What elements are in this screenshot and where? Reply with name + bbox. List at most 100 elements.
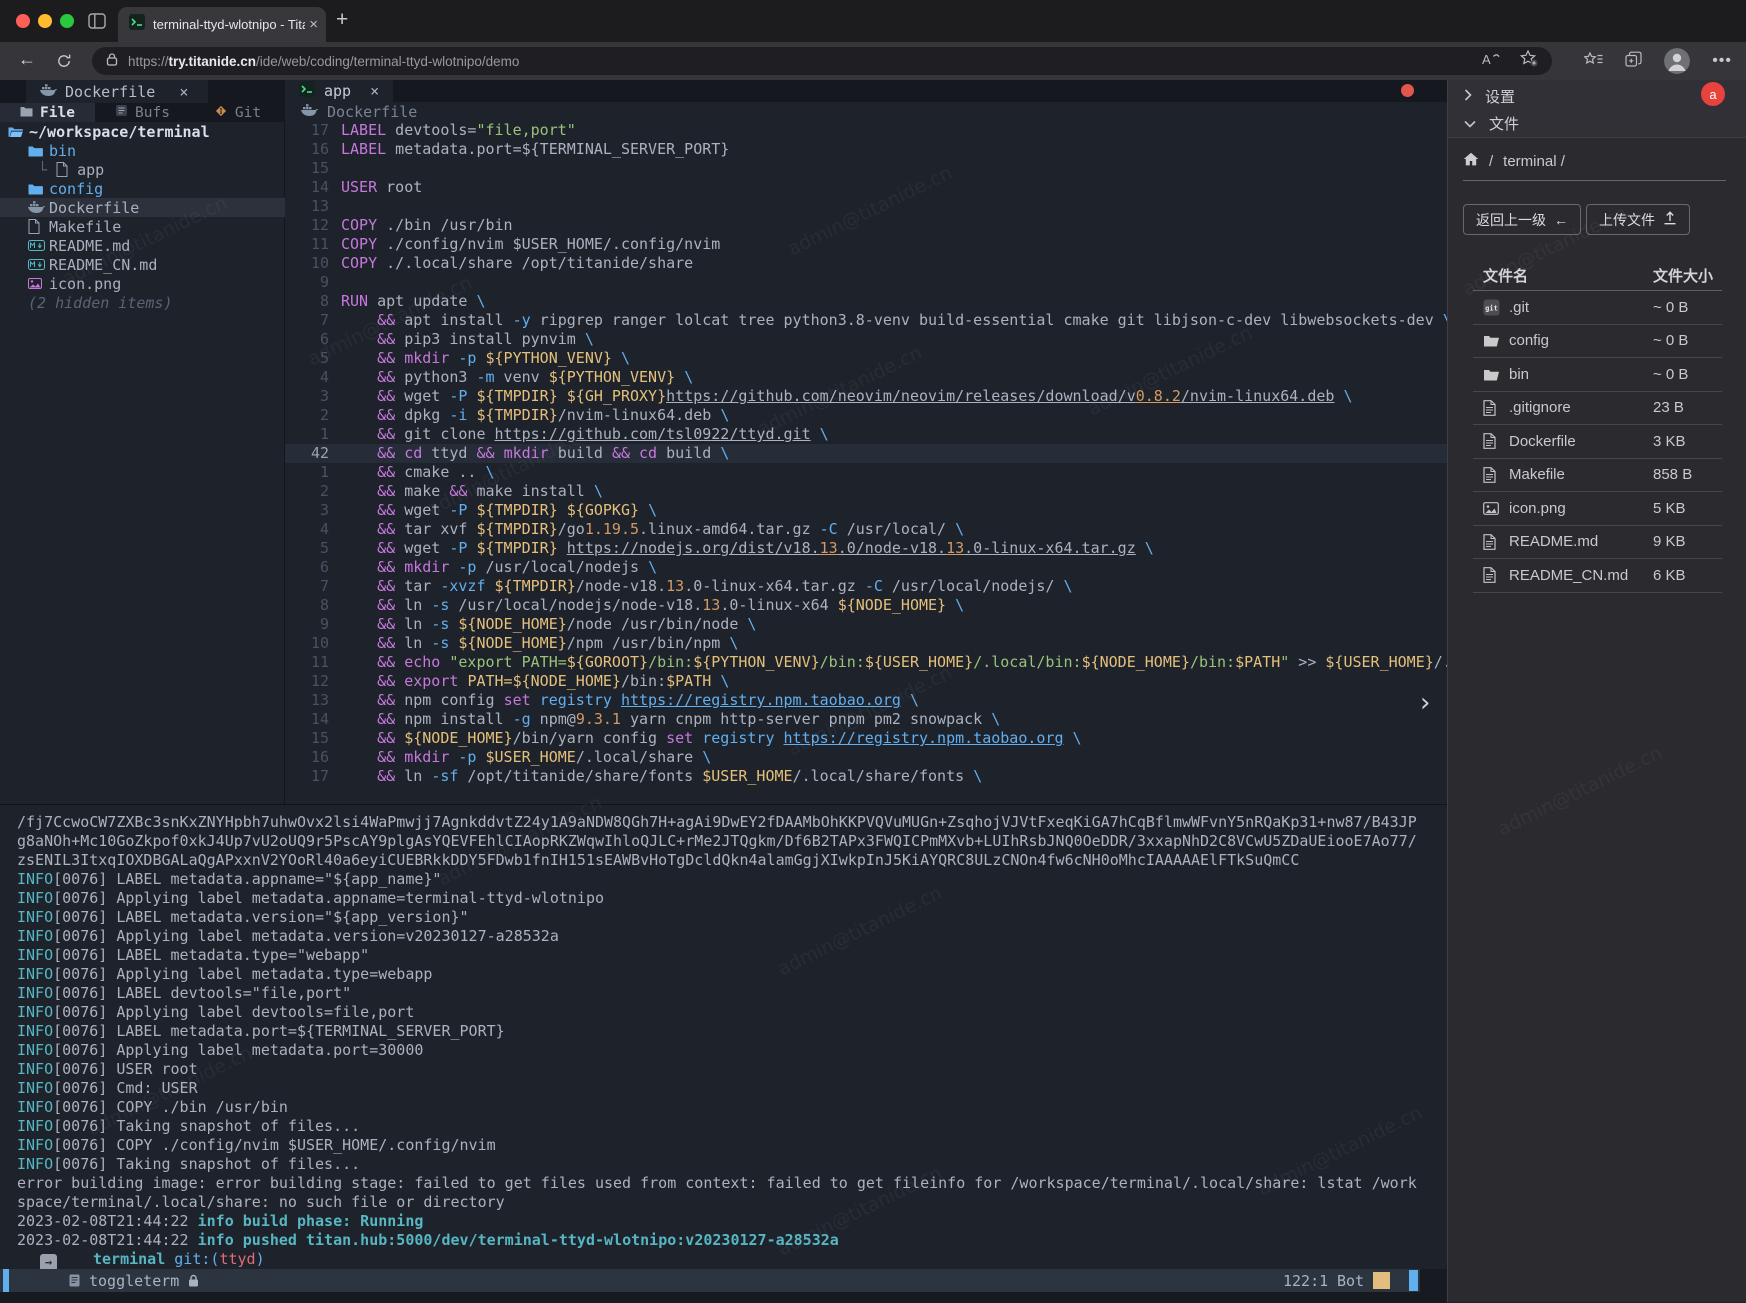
terminal-line: INFO[0076] COPY ./config/nvim $USER_HOME… bbox=[17, 1136, 1417, 1155]
code-line[interactable]: 4 && python3 -m venv ${PYTHON_VENV} \ bbox=[285, 368, 1447, 387]
close-icon[interactable]: × bbox=[370, 82, 379, 100]
code-line[interactable]: 11COPY ./config/nvim $USER_HOME/.config/… bbox=[285, 235, 1447, 254]
arrow-left-icon: ← bbox=[1554, 212, 1568, 228]
tree-item[interactable]: └ app bbox=[0, 160, 285, 179]
file-row[interactable]: .gitignore23 B bbox=[1473, 392, 1722, 426]
file-row[interactable]: Dockerfile3 KB bbox=[1473, 425, 1722, 459]
tree-item[interactable]: config bbox=[0, 179, 285, 198]
tree-item[interactable]: README.md bbox=[0, 236, 285, 255]
tree-item[interactable]: ~/workspace/terminal bbox=[0, 122, 285, 141]
code-line[interactable]: 5 && wget -P ${TMPDIR} https://nodejs.or… bbox=[285, 539, 1447, 558]
file-row[interactable]: README_CN.md6 KB bbox=[1473, 559, 1722, 593]
file-row[interactable]: README.md9 KB bbox=[1473, 526, 1722, 560]
minimize-window-button[interactable] bbox=[38, 14, 52, 28]
line-number: 3 bbox=[285, 387, 341, 406]
new-tab-button[interactable]: + bbox=[336, 8, 348, 32]
breadcrumb-path[interactable]: terminal / bbox=[1503, 153, 1565, 170]
tab-git[interactable]: Git bbox=[190, 103, 285, 122]
tree-item[interactable]: bin bbox=[0, 141, 285, 160]
zoom-window-button[interactable] bbox=[60, 14, 74, 28]
favorites-icon[interactable] bbox=[1584, 52, 1603, 71]
code-line[interactable]: 16LABEL metadata.port=${TERMINAL_SERVER_… bbox=[285, 140, 1447, 159]
code-line[interactable]: 14USER root bbox=[285, 178, 1447, 197]
back-button[interactable]: ← bbox=[18, 49, 36, 70]
code-line[interactable]: 8RUN apt update \ bbox=[285, 292, 1447, 311]
code-line[interactable]: 42 && cd ttyd && mkdir build && cd build… bbox=[285, 444, 1447, 463]
file-row[interactable]: git.git~ 0 B bbox=[1473, 291, 1722, 325]
file-row[interactable]: icon.png5 KB bbox=[1473, 492, 1722, 526]
collections-icon[interactable] bbox=[1625, 51, 1642, 72]
add-favorite-icon[interactable] bbox=[1520, 50, 1538, 72]
code-line[interactable]: 15 && ${NODE_HOME}/bin/yarn config set r… bbox=[285, 729, 1447, 748]
folder-open-icon bbox=[8, 126, 29, 138]
svg-text:git: git bbox=[1485, 304, 1498, 312]
terminal-panel[interactable]: /fj7CcwoCW7ZXBc3snKxZNYHpbh7uhwOvx2lsi4W… bbox=[0, 804, 1447, 1302]
tree-item[interactable]: (2 hidden items) bbox=[0, 293, 285, 312]
code-line[interactable]: 6 && pip3 install pynvim \ bbox=[285, 330, 1447, 349]
close-window-button[interactable] bbox=[16, 14, 30, 28]
tree-item[interactable]: icon.png bbox=[0, 274, 285, 293]
code-line[interactable]: 17 && ln -sf /opt/titanide/share/fonts $… bbox=[285, 767, 1447, 786]
code-line[interactable]: 7 && tar -xvzf ${TMPDIR}/node-v18.13.0-l… bbox=[285, 577, 1447, 596]
terminal-line: zsENIL3ItxqIOXDBGALaQgAPxxnV2YOoRl40a6ey… bbox=[17, 851, 1417, 870]
browser-tab[interactable]: terminal-ttyd-wlotnipo - TitanI × bbox=[118, 7, 326, 42]
code-line[interactable]: 9 bbox=[285, 273, 1447, 292]
sidebar-buffer-tab[interactable]: Dockerfile × bbox=[26, 80, 208, 103]
file-row[interactable]: bin~ 0 B bbox=[1473, 358, 1722, 392]
breadcrumb[interactable]: / terminal / bbox=[1463, 152, 1565, 170]
code-line[interactable]: 13 && npm config set registry https://re… bbox=[285, 691, 1447, 710]
user-avatar-badge[interactable]: a bbox=[1701, 82, 1725, 106]
reload-button[interactable] bbox=[56, 53, 72, 74]
code-line[interactable]: 11 && echo "export PATH=${GOROOT}/bin:${… bbox=[285, 653, 1447, 672]
section-settings[interactable]: 设置 bbox=[1464, 84, 1515, 108]
panel-expand-chevron[interactable]: › bbox=[1420, 688, 1430, 718]
tree-item[interactable]: README_CN.md bbox=[0, 255, 285, 274]
go-up-button[interactable]: 返回上一级 ← bbox=[1463, 204, 1581, 235]
code-line[interactable]: 9 && ln -s ${NODE_HOME}/node /usr/bin/no… bbox=[285, 615, 1447, 634]
upload-file-button[interactable]: 上传文件 bbox=[1586, 204, 1690, 235]
code-line[interactable]: 6 && mkdir -p /usr/local/nodejs \ bbox=[285, 558, 1447, 577]
editor-tab-app[interactable]: app × bbox=[285, 80, 393, 102]
file-row[interactable]: Makefile858 B bbox=[1473, 459, 1722, 493]
profile-avatar[interactable] bbox=[1664, 48, 1690, 74]
code-line[interactable]: 10 && ln -s ${NODE_HOME}/npm /usr/bin/np… bbox=[285, 634, 1447, 653]
code-line[interactable]: 1 && cmake .. \ bbox=[285, 463, 1447, 482]
code-line[interactable]: 7 && apt install -y ripgrep ranger lolca… bbox=[285, 311, 1447, 330]
code-area[interactable]: 17LABEL devtools="file,port"16LABEL meta… bbox=[285, 121, 1447, 786]
section-files[interactable]: 文件 bbox=[1464, 111, 1519, 135]
tree-item[interactable]: Makefile bbox=[0, 217, 285, 236]
home-icon[interactable] bbox=[1463, 152, 1479, 170]
file-name: README_CN.md bbox=[1509, 567, 1628, 584]
code-line[interactable]: 3 && wget -P ${TMPDIR} ${GH_PROXY}https:… bbox=[285, 387, 1447, 406]
tab-file[interactable]: File bbox=[0, 103, 95, 122]
code-line[interactable]: 1 && git clone https://github.com/tsl092… bbox=[285, 425, 1447, 444]
close-icon[interactable]: × bbox=[179, 83, 188, 101]
terminal-line: INFO[0076] USER root bbox=[17, 1060, 1417, 1079]
code-line[interactable]: 8 && ln -s /usr/local/nodejs/node-v18.13… bbox=[285, 596, 1447, 615]
editor-pane[interactable]: app × Dockerfile 17LABEL devtools="file,… bbox=[285, 80, 1447, 804]
code-line[interactable]: 10COPY ./.local/share /opt/titanide/shar… bbox=[285, 254, 1447, 273]
code-line[interactable]: 13 bbox=[285, 197, 1447, 216]
settings-menu-icon[interactable]: ••• bbox=[1712, 52, 1732, 70]
code-line[interactable]: 16 && mkdir -p $USER_HOME/.local/share \ bbox=[285, 748, 1447, 767]
code-line[interactable]: 17LABEL devtools="file,port" bbox=[285, 121, 1447, 140]
read-aloud-icon[interactable]: A bbox=[1481, 52, 1500, 71]
code-line[interactable]: 3 && wget -P ${TMPDIR} ${GOPKG} \ bbox=[285, 501, 1447, 520]
file-row[interactable]: config~ 0 B bbox=[1473, 325, 1722, 359]
code-line[interactable]: 4 && tar xvf ${TMPDIR}/go1.19.5.linux-am… bbox=[285, 520, 1447, 539]
code-line[interactable]: 12 && export PATH=${NODE_HOME}/bin:$PATH… bbox=[285, 672, 1447, 691]
line-number: 1 bbox=[285, 463, 341, 482]
code-line[interactable]: 12COPY ./bin /usr/bin bbox=[285, 216, 1447, 235]
tree-item[interactable]: Dockerfile bbox=[0, 198, 285, 217]
code-line[interactable]: 15 bbox=[285, 159, 1447, 178]
address-bar[interactable]: https://try.titanide.cn/ide/web/coding/t… bbox=[92, 47, 1552, 75]
code-line[interactable]: 2 && dpkg -i ${TMPDIR}/nvim-linux64.deb … bbox=[285, 406, 1447, 425]
tab-overview-icon[interactable] bbox=[88, 13, 106, 34]
line-number: 9 bbox=[285, 273, 341, 292]
code-line[interactable]: 2 && make && make install \ bbox=[285, 482, 1447, 501]
modified-indicator-dot[interactable] bbox=[1401, 84, 1414, 97]
tab-bufs[interactable]: Bufs bbox=[95, 103, 190, 122]
code-line[interactable]: 5 && mkdir -p ${PYTHON_VENV} \ bbox=[285, 349, 1447, 368]
code-line[interactable]: 14 && npm install -g npm@9.3.1 yarn cnpm… bbox=[285, 710, 1447, 729]
close-tab-icon[interactable]: × bbox=[309, 16, 318, 33]
